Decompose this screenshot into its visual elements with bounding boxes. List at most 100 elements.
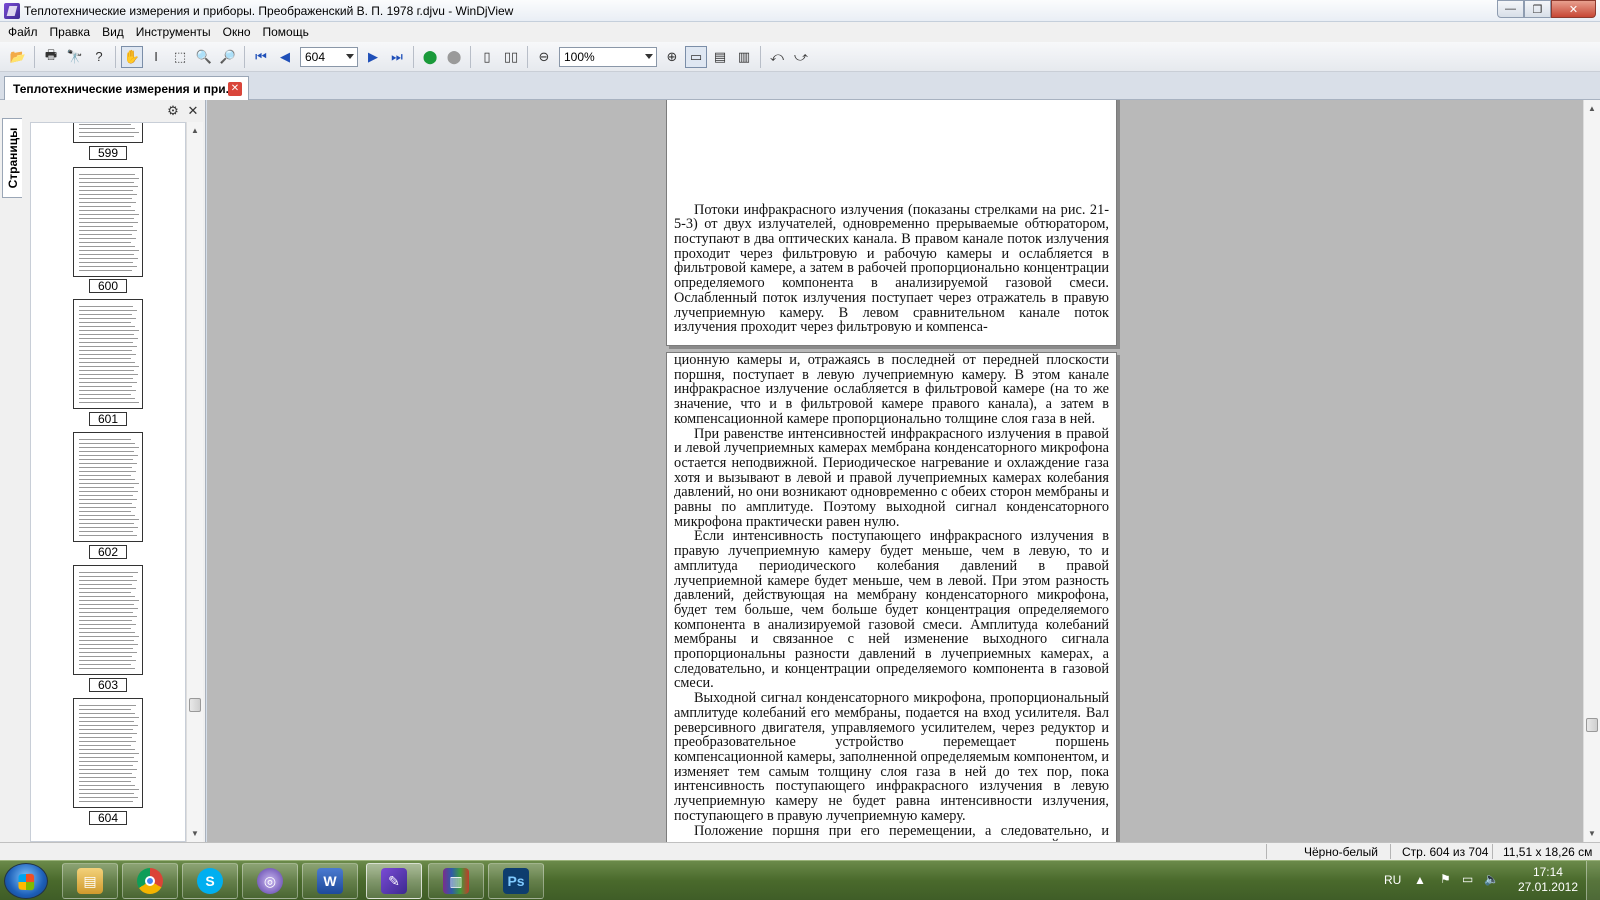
find-icon[interactable]: 🔭	[64, 46, 86, 68]
status-color-mode: Чёрно-белый	[1304, 845, 1378, 859]
page-thumbnail[interactable]	[73, 299, 143, 409]
minimize-button[interactable]: —	[1497, 0, 1524, 18]
thumbnail-text-line	[79, 479, 135, 480]
show-desktop-button[interactable]	[1586, 861, 1600, 900]
document-view[interactable]: Потоки инфракрасного излучения (показаны…	[207, 100, 1583, 842]
next-page-icon[interactable]: ▶	[362, 46, 384, 68]
start-button[interactable]	[4, 863, 48, 899]
taskbar-app-explorer[interactable]: ▤	[62, 863, 118, 899]
menu-help[interactable]: Помощь	[257, 22, 315, 42]
language-indicator[interactable]: RU	[1384, 873, 1401, 887]
thumbnail-text-line	[79, 439, 131, 440]
thumbnail-text-line	[79, 258, 138, 259]
forward-icon[interactable]: ⬤	[443, 46, 465, 68]
print-icon[interactable]: 🖶	[40, 46, 62, 68]
thumbnail-text-line	[79, 306, 133, 307]
taskbar-app-word[interactable]: W	[302, 863, 358, 899]
thumbnail-text-line	[79, 366, 139, 367]
taskbar: ▤ S ◎ W ✎ ▥ Ps RU ▲ ⚑ ▭ 🔈 17:14 27.01.20…	[0, 860, 1600, 900]
page-thumbnail[interactable]	[73, 698, 143, 808]
system-clock[interactable]: 17:14 27.01.2012	[1518, 865, 1578, 895]
menu-window[interactable]: Окно	[217, 22, 257, 42]
select-area-icon[interactable]: ⬚	[169, 46, 191, 68]
thumbnail-text-line	[79, 656, 132, 657]
thumbnail-text-line	[79, 455, 138, 456]
zoom-rect-icon[interactable]: 🔎	[217, 46, 239, 68]
first-page-icon[interactable]: ⏮	[250, 46, 272, 68]
close-button[interactable]: ✕	[1551, 0, 1596, 18]
taskbar-app-photoshop[interactable]: Ps	[488, 863, 544, 899]
thumbnail-text-line	[79, 394, 131, 395]
zoom-out-icon[interactable]: ⊖	[533, 46, 555, 68]
taskbar-app-windjview[interactable]: ✎	[366, 863, 422, 899]
thumbnail-text-line	[79, 206, 131, 207]
zoom-in-icon[interactable]: ⊕	[661, 46, 683, 68]
action-center-flag-icon[interactable]: ⚑	[1440, 872, 1451, 886]
toolbar-separator	[34, 45, 35, 68]
thumbnail-list[interactable]: 599 600 601 602 603 604	[30, 122, 186, 842]
hand-tool-icon[interactable]: ✋	[121, 45, 143, 68]
select-text-icon[interactable]: I	[145, 46, 167, 68]
thumbnail-text-line	[79, 451, 134, 452]
menu-view[interactable]: Вид	[96, 22, 130, 42]
taskbar-app-orb[interactable]: ◎	[242, 863, 298, 899]
sidebar-header: ⚙ ✕	[24, 100, 205, 122]
thumbnail-label: 600	[89, 279, 127, 293]
maximize-button[interactable]: ❐	[1524, 0, 1551, 18]
menu-tools[interactable]: Инструменты	[130, 22, 217, 42]
status-separator	[1266, 844, 1267, 859]
taskbar-app-winrar[interactable]: ▥	[428, 863, 484, 899]
scroll-down-icon[interactable]: ▼	[191, 829, 199, 838]
scrollbar-thumb[interactable]	[1586, 718, 1598, 732]
scroll-down-icon[interactable]: ▼	[1588, 829, 1596, 838]
actual-size-icon[interactable]: ▥	[733, 46, 755, 68]
help-icon[interactable]: ?	[88, 46, 110, 68]
page-thumbnail[interactable]	[73, 167, 143, 277]
scroll-up-icon[interactable]: ▲	[191, 126, 199, 135]
single-page-icon[interactable]: ▯	[476, 46, 498, 68]
toolbar-separator	[527, 45, 528, 68]
back-icon[interactable]: ⬤	[419, 46, 441, 68]
zoom-tool-icon[interactable]: 🔍	[193, 46, 215, 68]
gear-icon[interactable]: ⚙	[165, 103, 181, 119]
close-tab-icon[interactable]: ✕	[228, 82, 242, 96]
scrollbar-thumb[interactable]	[189, 698, 201, 712]
page-thumbnail[interactable]	[73, 565, 143, 675]
document-tab[interactable]: Теплотехнические измерения и при... ✕	[4, 76, 249, 100]
document-scrollbar[interactable]: ▲ ▼	[1583, 100, 1600, 842]
fit-width-icon[interactable]: ▤	[709, 46, 731, 68]
rotate-left-icon[interactable]: ⤺	[766, 46, 788, 68]
thumbnail-text-line	[79, 214, 139, 215]
previous-page-icon[interactable]: ◀	[274, 46, 296, 68]
windjview-icon: ✎	[381, 868, 407, 894]
volume-icon[interactable]: 🔈	[1484, 872, 1499, 886]
thumbnail-text-line	[79, 580, 137, 581]
page-thumbnail[interactable]	[73, 123, 143, 143]
facing-pages-icon[interactable]: ▯▯	[500, 46, 522, 68]
show-hidden-icons-icon[interactable]: ▲	[1414, 873, 1426, 887]
thumbnail-text-line	[79, 398, 135, 399]
zoom-combo[interactable]: 100%	[559, 46, 657, 67]
close-icon[interactable]: ✕	[185, 103, 201, 119]
thumbnail-text-line	[79, 757, 134, 758]
rotate-right-icon[interactable]: ⤻	[790, 46, 812, 68]
zoom-value: 100%	[564, 49, 595, 64]
last-page-icon[interactable]: ⏭	[386, 46, 408, 68]
thumbnail-text-line	[79, 386, 132, 387]
sidebar-scrollbar[interactable]: ▲ ▼	[186, 122, 203, 842]
page-thumbnail[interactable]	[73, 432, 143, 542]
fit-page-icon[interactable]: ▭	[685, 45, 707, 68]
menu-file[interactable]: Файл	[2, 22, 44, 42]
network-icon[interactable]: ▭	[1462, 872, 1473, 886]
thumbnail-text-line	[79, 338, 138, 339]
open-icon[interactable]: 📂	[7, 46, 29, 68]
taskbar-app-chrome[interactable]	[122, 863, 178, 899]
page-number-combo[interactable]: 604	[300, 46, 358, 67]
thumbnail-text-line	[79, 793, 134, 794]
menu-edit[interactable]: Правка	[44, 22, 97, 42]
taskbar-app-skype[interactable]: S	[182, 863, 238, 899]
thumbnail-label: 599	[89, 146, 127, 160]
thumbnail-label: 602	[89, 545, 127, 559]
scroll-up-icon[interactable]: ▲	[1588, 104, 1596, 113]
pages-panel-tab[interactable]: Страницы	[2, 118, 22, 198]
